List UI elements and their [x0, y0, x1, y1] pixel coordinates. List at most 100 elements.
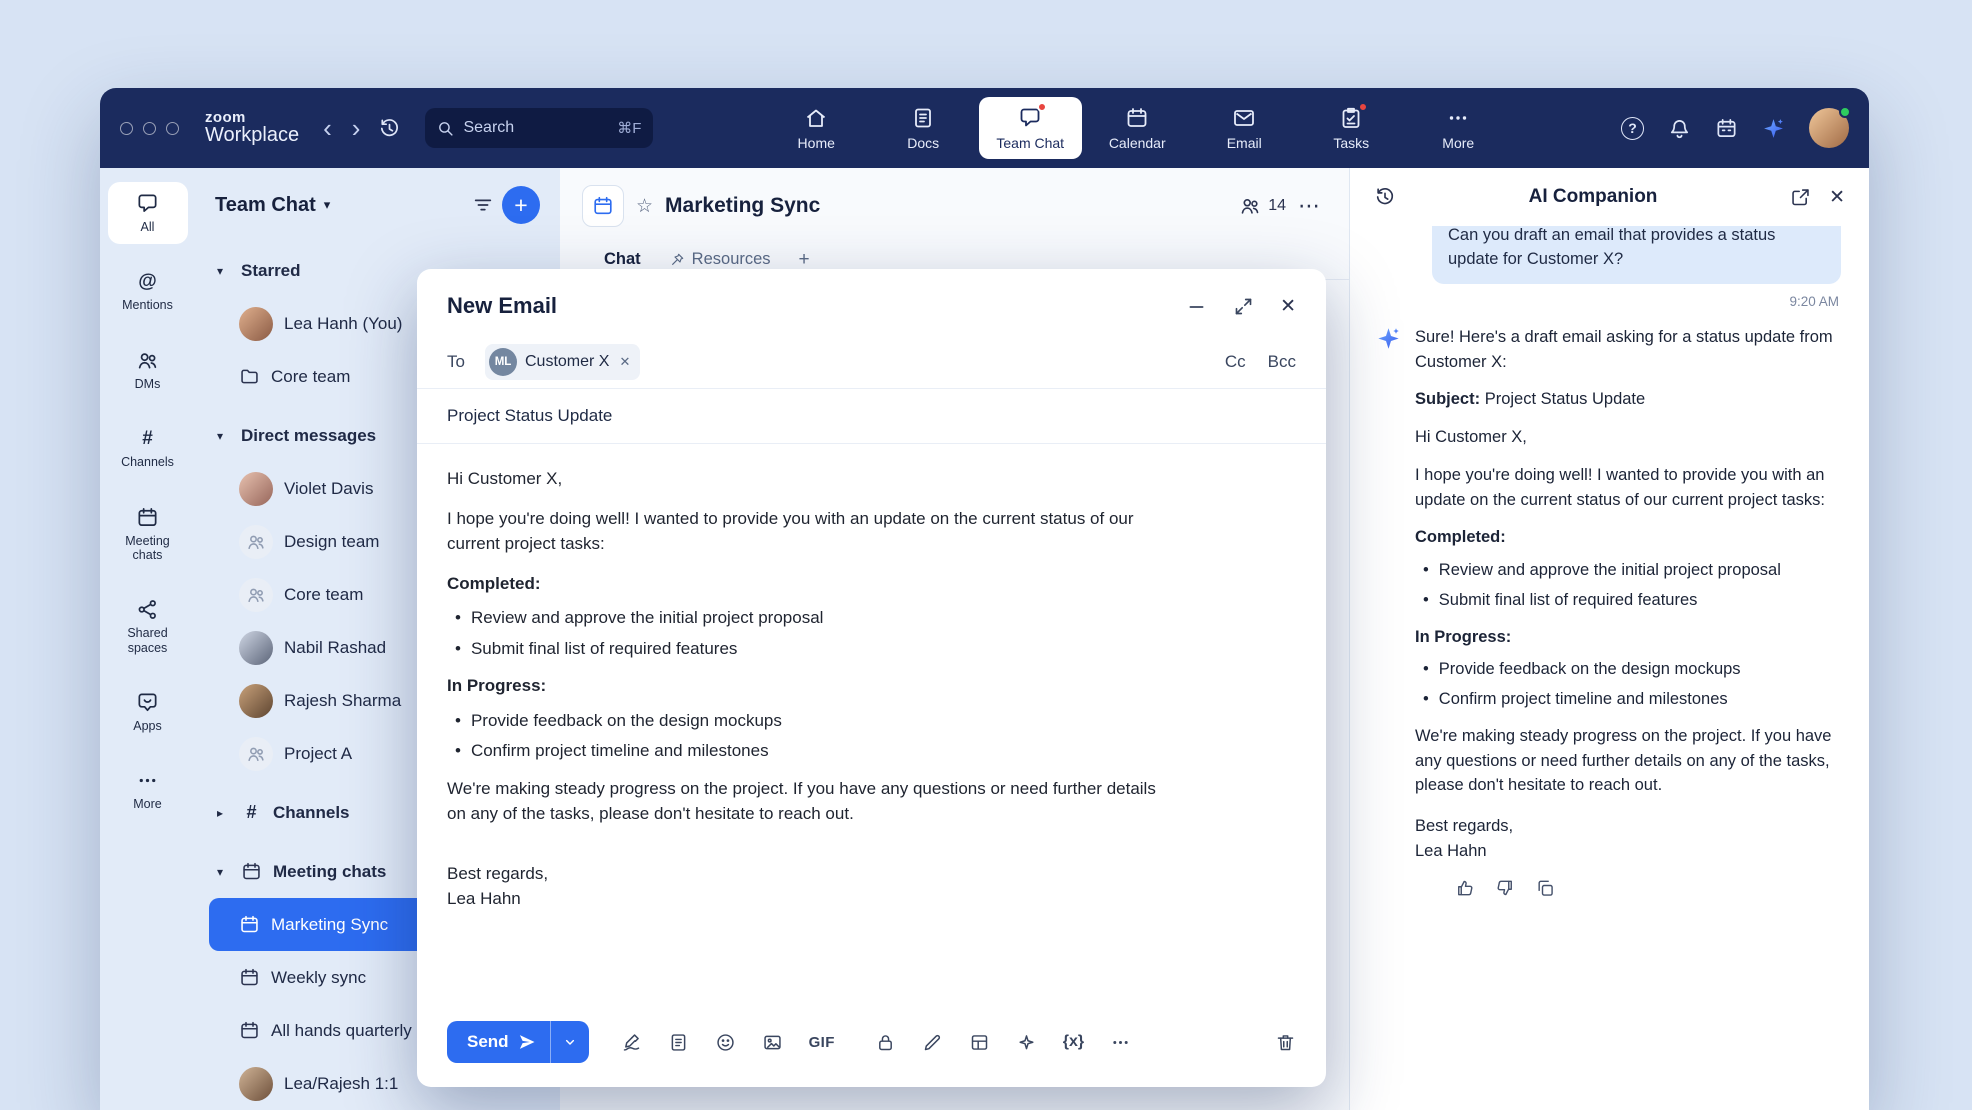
- thumbs-down-icon[interactable]: [1495, 878, 1515, 898]
- subject-label: Subject:: [1415, 390, 1480, 408]
- open-external-icon[interactable]: [1790, 187, 1811, 208]
- rail-item-all[interactable]: All: [108, 182, 188, 244]
- recipient-chip[interactable]: ML Customer X ✕: [485, 344, 640, 380]
- signature-line: Lea Hahn: [1415, 839, 1843, 864]
- favorite-star-icon[interactable]: ☆: [636, 195, 653, 218]
- user-avatar[interactable]: [1809, 108, 1849, 148]
- body-greeting: Hi Customer X,: [447, 466, 1162, 492]
- ai-sparkle-icon[interactable]: [1016, 1032, 1037, 1053]
- modal-title: New Email: [447, 293, 1186, 319]
- topnav-tasks[interactable]: Tasks: [1300, 97, 1403, 159]
- help-icon[interactable]: ?: [1621, 117, 1644, 140]
- chat-label: Project A: [284, 744, 352, 764]
- topnav-docs[interactable]: Docs: [872, 97, 975, 159]
- ai-history-icon[interactable]: [1374, 186, 1396, 208]
- section-label: Direct messages: [241, 426, 376, 446]
- remove-recipient-icon[interactable]: ✕: [619, 354, 630, 370]
- chatlist-title-dropdown[interactable]: Team Chat: [215, 194, 316, 217]
- traffic-light-close-icon[interactable]: [120, 122, 133, 135]
- template-icon[interactable]: [969, 1032, 990, 1053]
- rail-item-channels[interactable]: # Channels: [108, 417, 188, 479]
- calendar-shortcut-icon[interactable]: [1715, 117, 1738, 140]
- lock-icon[interactable]: [875, 1032, 896, 1053]
- add-tab-button[interactable]: +: [799, 249, 810, 271]
- search-placeholder: Search: [463, 119, 514, 137]
- rail-item-dms[interactable]: DMs: [108, 339, 188, 401]
- calendar-icon: [1125, 106, 1149, 130]
- ai-body-intro: I hope you're doing well! I wanted to pr…: [1415, 463, 1843, 513]
- people-icon: [136, 349, 159, 372]
- ai-conversation: Can you draft an email that provides a s…: [1350, 226, 1869, 1110]
- bullet-text: Confirm project timeline and milestones: [1439, 687, 1728, 712]
- bullet-text: Confirm project timeline and milestones: [471, 738, 769, 764]
- copy-icon[interactable]: [1535, 878, 1555, 898]
- bullet-text: Review and approve the initial project p…: [471, 605, 823, 631]
- send-button[interactable]: Send: [447, 1021, 550, 1063]
- ai-companion-icon[interactable]: [1762, 117, 1785, 140]
- email-icon: [1232, 106, 1256, 130]
- rail-item-meeting-chats[interactable]: Meeting chats: [108, 496, 188, 573]
- topnav-calendar[interactable]: Calendar: [1086, 97, 1189, 159]
- topnav-label: Team Chat: [996, 135, 1064, 151]
- rail-item-shared-spaces[interactable]: Shared spaces: [108, 588, 188, 665]
- minimize-icon[interactable]: [1186, 296, 1207, 317]
- tab-chat[interactable]: Chat: [604, 250, 641, 269]
- gif-icon[interactable]: GIF: [809, 1034, 835, 1051]
- at-icon: @: [138, 270, 157, 293]
- search-shortcut: ⌘F: [617, 119, 641, 137]
- chat-label: Violet Davis: [284, 479, 373, 499]
- signature-icon[interactable]: [621, 1032, 642, 1053]
- window-controls[interactable]: [120, 122, 179, 135]
- filter-icon[interactable]: [472, 194, 494, 216]
- ai-panel-title: AI Companion: [1410, 186, 1776, 208]
- member-count[interactable]: 14: [1239, 195, 1286, 217]
- rail-item-more[interactable]: More: [108, 759, 188, 821]
- rail-label: Channels: [121, 455, 174, 469]
- user-message-bubble: Can you draft an email that provides a s…: [1432, 226, 1841, 284]
- tab-resources[interactable]: Resources: [669, 250, 771, 269]
- send-options-dropdown[interactable]: [550, 1021, 589, 1063]
- expand-icon[interactable]: [1233, 296, 1254, 317]
- cc-button[interactable]: Cc: [1225, 352, 1246, 372]
- history-icon[interactable]: [378, 117, 401, 140]
- subject-field[interactable]: Project Status Update: [417, 389, 1326, 444]
- delete-draft-icon[interactable]: [1275, 1032, 1296, 1053]
- traffic-light-zoom-icon[interactable]: [166, 122, 179, 135]
- calendar-icon: [239, 967, 260, 988]
- search-input[interactable]: Search ⌘F: [425, 108, 653, 148]
- bcc-button[interactable]: Bcc: [1268, 352, 1296, 372]
- calendar-icon: [239, 1020, 260, 1041]
- topnav-more[interactable]: More: [1407, 97, 1510, 159]
- close-icon[interactable]: ✕: [1280, 295, 1296, 318]
- ai-greeting: Hi Customer X,: [1415, 425, 1843, 450]
- rail-item-apps[interactable]: Apps: [108, 681, 188, 743]
- ai-inprogress-heading: In Progress:: [1415, 625, 1843, 650]
- topnav-home[interactable]: Home: [765, 97, 868, 159]
- section-label: Meeting chats: [273, 862, 386, 882]
- traffic-light-minimize-icon[interactable]: [143, 122, 156, 135]
- rail-label: Apps: [133, 719, 162, 733]
- image-icon[interactable]: [762, 1032, 783, 1053]
- emoji-icon[interactable]: [715, 1032, 736, 1053]
- thumbs-up-icon[interactable]: [1455, 878, 1475, 898]
- topnav-email[interactable]: Email: [1193, 97, 1296, 159]
- rail-item-mentions[interactable]: @ Mentions: [108, 260, 188, 322]
- ai-close-icon[interactable]: ✕: [1829, 186, 1845, 209]
- forward-icon[interactable]: ›: [350, 115, 363, 141]
- new-chat-button[interactable]: +: [502, 186, 540, 224]
- chat-label: Lea/Rajesh 1:1: [284, 1074, 398, 1094]
- back-icon[interactable]: ‹: [321, 115, 334, 141]
- apps-icon: [136, 691, 159, 714]
- email-body-editor[interactable]: Hi Customer X, I hope you're doing well!…: [417, 444, 1326, 1005]
- rail-label: More: [133, 797, 161, 811]
- pencil-icon[interactable]: [922, 1032, 943, 1053]
- notifications-bell-icon[interactable]: [1668, 117, 1691, 140]
- more-tools-icon[interactable]: [1110, 1032, 1131, 1053]
- variables-icon[interactable]: {x}: [1063, 1033, 1084, 1051]
- more-options-icon[interactable]: ⋯: [1298, 193, 1321, 219]
- ai-companion-panel: AI Companion ✕ Can you draft an email th…: [1349, 168, 1869, 1110]
- topnav-label: Calendar: [1109, 135, 1166, 151]
- timestamp: 9:20 AM: [1380, 294, 1839, 309]
- attach-file-icon[interactable]: [668, 1032, 689, 1053]
- topnav-team-chat[interactable]: Team Chat: [979, 97, 1082, 159]
